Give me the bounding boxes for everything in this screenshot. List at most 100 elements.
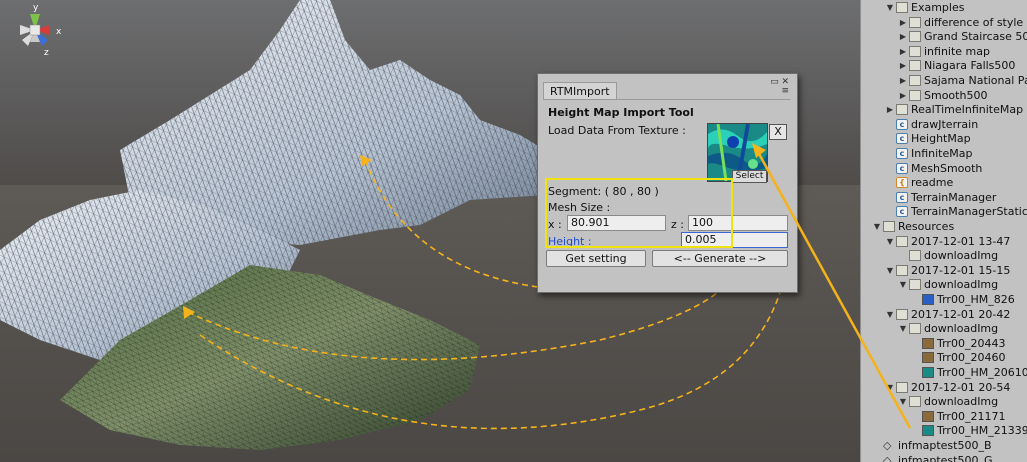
- texture-icon: [922, 337, 934, 349]
- tree-item-label: Sajama National Park: [924, 74, 1027, 87]
- expand-arrow-right-icon[interactable]: ▶: [899, 45, 907, 59]
- tree-item[interactable]: ▶ difference of style: [861, 16, 1027, 30]
- expand-arrow-right-icon[interactable]: ▶: [899, 74, 907, 88]
- expand-arrow-down-icon[interactable]: ▼: [886, 1, 894, 15]
- tree-item[interactable]: c drawJterrain: [861, 118, 1027, 132]
- mesh-size-z-field[interactable]: 100: [688, 215, 788, 231]
- tree-item-label: infinite map: [924, 44, 990, 58]
- folder-icon: [896, 308, 908, 320]
- mesh-size-x-field[interactable]: 80.901: [567, 215, 666, 231]
- tree-item-label: Grand Staircase 500: [924, 30, 1027, 44]
- texture-icon: [922, 425, 934, 437]
- tree-item[interactable]: c TerrainManager: [861, 191, 1027, 205]
- tree-item[interactable]: c InfiniteMap: [861, 147, 1027, 161]
- tree-item[interactable]: Trr00_21171: [861, 410, 1027, 424]
- tree-item[interactable]: ▼ downloadImg: [861, 278, 1027, 292]
- texture-select-button[interactable]: Select: [732, 170, 767, 183]
- tree-item[interactable]: ▼ 2017-12-01 13-47: [861, 235, 1027, 249]
- tree-item[interactable]: Trr00_20443: [861, 337, 1027, 351]
- tree-item-label: difference of style: [924, 15, 1024, 29]
- texture-icon: [922, 352, 934, 364]
- dialog-body: Height Map Import Tool Load Data From Te…: [543, 99, 790, 287]
- generate-button[interactable]: <-- Generate -->: [652, 250, 788, 267]
- tree-item[interactable]: ▼ Examples: [861, 1, 1027, 15]
- project-panel[interactable]: ▼ Examples ▶ difference of style ▶ Grand Stai…: [860, 0, 1027, 462]
- expand-arrow-right-icon[interactable]: ▶: [899, 16, 907, 30]
- tree-item-label: downloadImg: [924, 278, 999, 292]
- height-field[interactable]: 0.005: [681, 232, 788, 248]
- tree-item[interactable]: ◇ infmaptest500_G: [861, 454, 1027, 462]
- segment-label: Segment: ( 80 , 80 ): [548, 185, 659, 198]
- expand-arrow-right-icon[interactable]: ▶: [899, 59, 907, 73]
- texture-icon: [922, 410, 934, 422]
- folder-icon: [909, 250, 921, 262]
- tree-item-label: Trr00_21171: [937, 409, 1006, 423]
- tree-item-label: drawJterrain: [911, 117, 979, 131]
- expand-arrow-down-icon[interactable]: ▼: [886, 381, 894, 395]
- tree-item[interactable]: c TerrainManagerStatic: [861, 205, 1027, 219]
- folder-icon: [909, 396, 921, 408]
- window-controls[interactable]: ▭ ✕ ≡: [770, 78, 789, 96]
- tree-item[interactable]: ▼ Resources: [861, 220, 1027, 234]
- texture-icon: [922, 367, 934, 378]
- tree-item[interactable]: {readme: [861, 176, 1027, 190]
- tree-item-label: readme: [911, 176, 954, 190]
- folder-icon: [883, 221, 895, 232]
- tree-item-label: infmaptest500_B: [898, 439, 992, 452]
- tree-item[interactable]: Trr00_HM_826: [861, 293, 1027, 307]
- tree-item[interactable]: ▼ downloadImg: [861, 395, 1027, 409]
- x-label: x :: [548, 218, 562, 231]
- expand-arrow-down-icon[interactable]: ▼: [886, 264, 894, 278]
- expand-arrow-right-icon[interactable]: ▶: [886, 103, 894, 117]
- script-icon: c: [896, 148, 908, 159]
- script-icon: c: [896, 191, 908, 203]
- tree-item[interactable]: ▶ Smooth500: [861, 89, 1027, 103]
- tree-item-label: 2017-12-01 20-42: [911, 307, 1011, 321]
- tree-item[interactable]: ▼ 2017-12-01 15-15: [861, 264, 1027, 278]
- script-icon: c: [896, 206, 908, 218]
- mesh-size-label: Mesh Size :: [548, 201, 611, 214]
- tree-item-label: Trr00_HM_826: [937, 293, 1015, 306]
- expand-arrow-down-icon[interactable]: ▼: [899, 395, 907, 409]
- orientation-gizmo[interactable]: y x z: [0, 0, 70, 60]
- get-setting-button[interactable]: Get setting: [546, 250, 646, 267]
- folder-icon: [909, 279, 921, 291]
- tree-item-label: Smooth500: [924, 88, 988, 102]
- tree-item[interactable]: ▶ Niagara Falls500: [861, 59, 1027, 73]
- folder-icon: [909, 60, 921, 72]
- tree-item-label: Niagara Falls500: [924, 59, 1016, 73]
- rtm-import-window[interactable]: RTMImport ▭ ✕ ≡ Height Map Import Tool Lo…: [537, 73, 798, 293]
- expand-arrow-down-icon[interactable]: ▼: [899, 278, 907, 292]
- expand-arrow-down-icon[interactable]: ▼: [886, 235, 894, 249]
- folder-icon: [909, 45, 921, 57]
- tree-item-label: Examples: [911, 1, 965, 14]
- tree-item-label: MeshSmooth: [911, 161, 983, 175]
- script-icon: c: [896, 133, 908, 145]
- clear-texture-button[interactable]: X: [769, 124, 787, 140]
- gizmo-y-label: y: [33, 3, 39, 13]
- tree-item[interactable]: c MeshSmooth: [861, 162, 1027, 176]
- window-tab[interactable]: RTMImport: [543, 82, 617, 100]
- expand-arrow-down-icon[interactable]: ▼: [886, 308, 894, 322]
- expand-arrow-down-icon[interactable]: ▼: [873, 220, 881, 234]
- tree-item[interactable]: ▼ downloadImg: [861, 322, 1027, 336]
- tree-item[interactable]: Trr00_HM_20610: [861, 366, 1027, 380]
- expand-arrow-right-icon[interactable]: ▶: [899, 30, 907, 44]
- tree-item-label: TerrainManager: [911, 190, 997, 204]
- tree-item[interactable]: ▶ RealTimeInfiniteMap: [861, 103, 1027, 117]
- tree-item[interactable]: downloadImg: [861, 249, 1027, 263]
- tree-item[interactable]: ▼ 2017-12-01 20-42: [861, 308, 1027, 322]
- tree-item[interactable]: ▶ Grand Staircase 500: [861, 30, 1027, 44]
- expand-arrow-right-icon[interactable]: ▶: [899, 89, 907, 103]
- gizmo-z-label: z: [44, 48, 49, 58]
- tree-item[interactable]: c HeightMap: [861, 132, 1027, 146]
- tree-item[interactable]: ▼ 2017-12-01 20-54: [861, 381, 1027, 395]
- tree-item-label: 2017-12-01 13-47: [911, 234, 1011, 248]
- tree-item[interactable]: ▶ Sajama National Park: [861, 74, 1027, 88]
- expand-arrow-down-icon[interactable]: ▼: [899, 322, 907, 336]
- tree-item[interactable]: ▶ infinite map: [861, 45, 1027, 59]
- folder-icon: [909, 75, 921, 86]
- tree-item[interactable]: Trr00_20460: [861, 351, 1027, 365]
- tree-item[interactable]: ◇ infmaptest500_B: [861, 439, 1027, 453]
- tree-item[interactable]: Trr00_HM_21339: [861, 424, 1027, 438]
